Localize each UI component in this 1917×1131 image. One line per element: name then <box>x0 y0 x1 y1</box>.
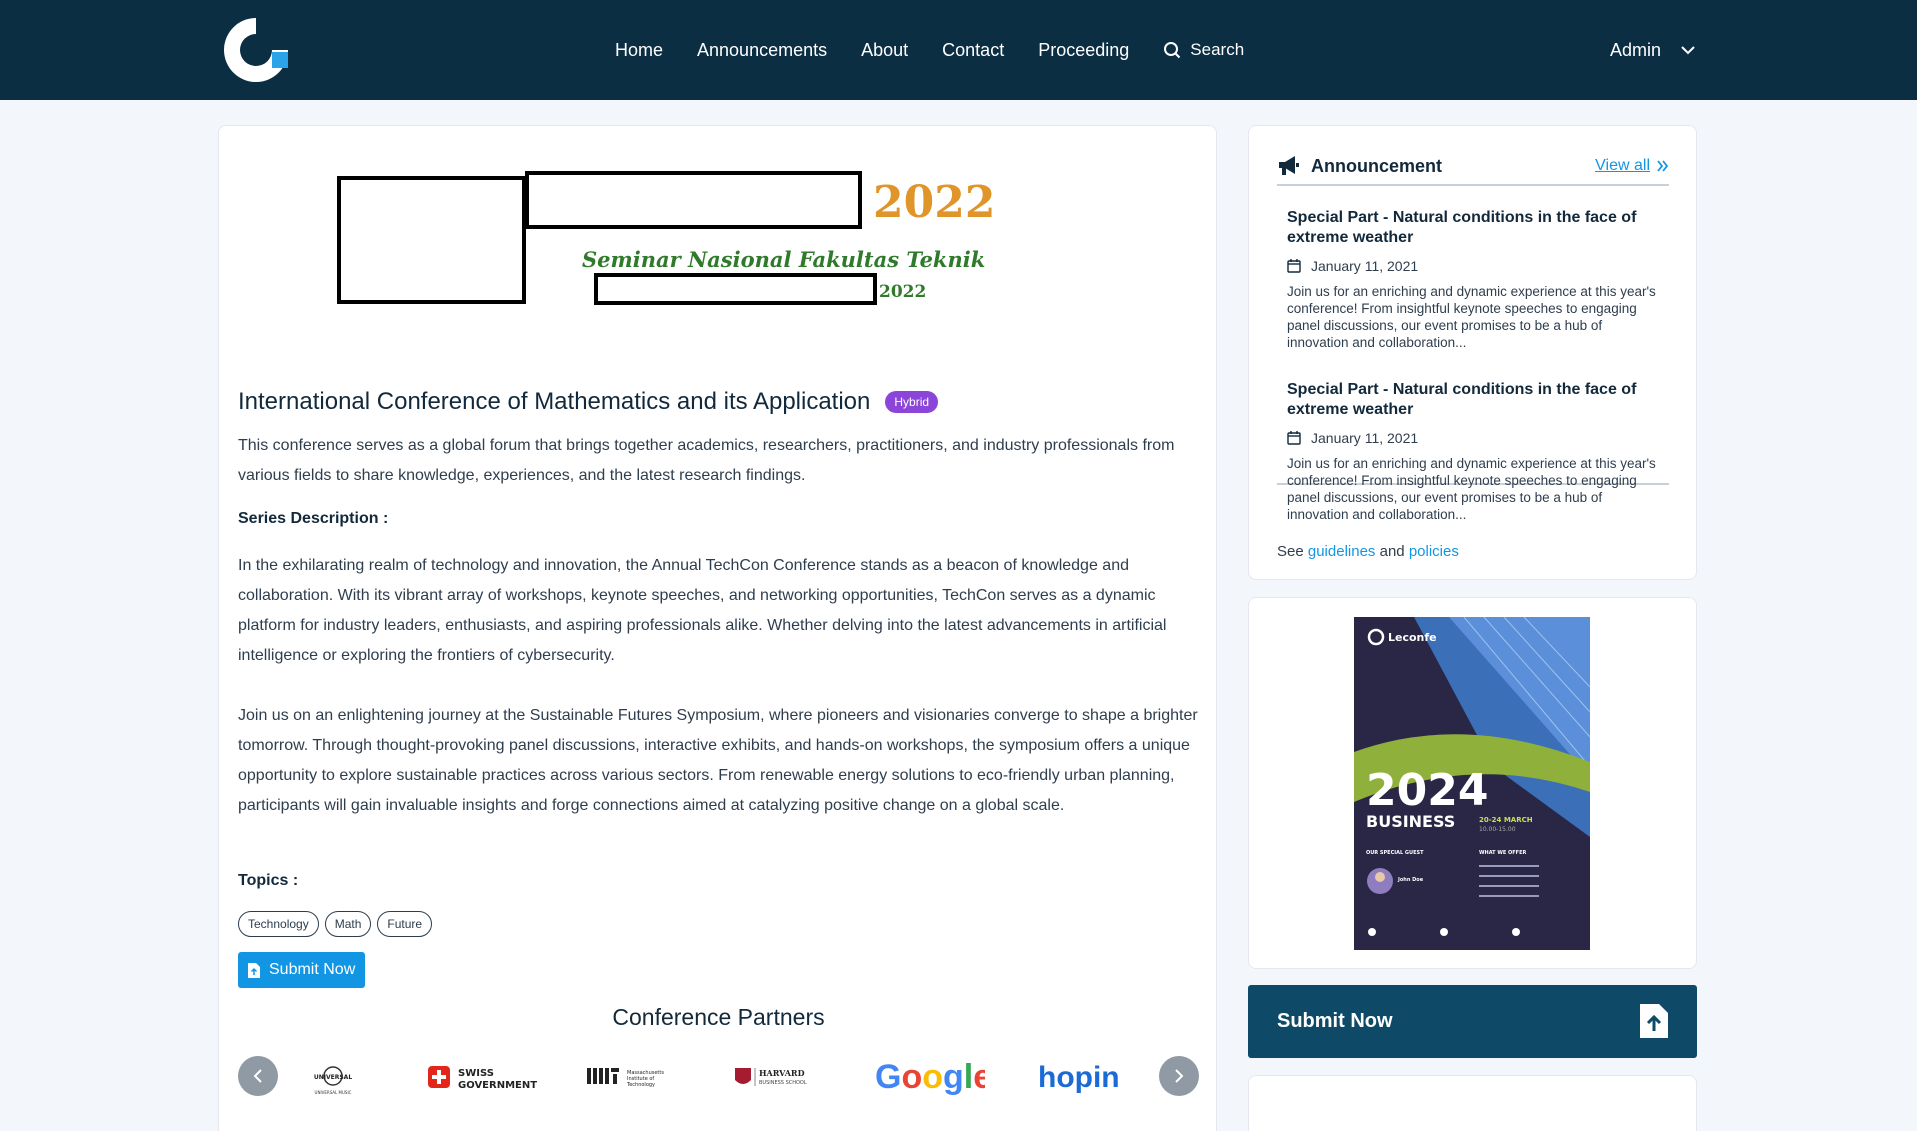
svg-text:BUSINESS: BUSINESS <box>1366 812 1455 831</box>
svg-text:2024: 2024 <box>1366 765 1488 816</box>
partner-logo-mit: Massachusetts Institute of Technology <box>587 1056 679 1098</box>
and-text: and <box>1379 543 1405 560</box>
sidebar-card <box>1248 1075 1697 1131</box>
chevron-right-icon <box>1175 1069 1184 1083</box>
partners-next-button[interactable] <box>1159 1056 1199 1096</box>
megaphone-icon <box>1279 156 1299 175</box>
chevron-left-icon <box>253 1069 262 1083</box>
conference-title: International Conference of Mathematics … <box>238 388 871 415</box>
announcement-desc: Join us for an enriching and dynamic exp… <box>1287 456 1656 522</box>
view-all-label: View all <box>1595 157 1650 174</box>
svg-text:hopin: hopin <box>1038 1061 1120 1094</box>
conference-banner: 2022 Seminar Nasional Fakultas Teknik 20… <box>337 171 995 305</box>
sidebar-submit-button[interactable]: Submit Now <box>1248 985 1697 1058</box>
nav-about[interactable]: About <box>861 40 908 61</box>
calendar-icon <box>1287 431 1301 445</box>
announcement-item-title[interactable]: Special Part - Natural conditions in the… <box>1287 208 1657 248</box>
svg-text:WHAT WE OFFER: WHAT WE OFFER <box>1479 850 1527 856</box>
submit-now-label: Submit Now <box>269 961 356 978</box>
svg-text:UNIVERSAL MUSIC: UNIVERSAL MUSIC <box>315 1090 352 1095</box>
document-icon <box>248 962 260 978</box>
user-menu-label: Admin <box>1610 39 1662 60</box>
announcement-date: January 11, 2021 <box>1287 430 1657 446</box>
series-description-p1: In the exhilarating realm of technology … <box>238 557 1167 664</box>
partners-title: Conference Partners <box>612 1004 825 1030</box>
partner-logo-universal: UNIVERSAL UNIVERSAL MUSIC <box>303 1056 363 1098</box>
conference-card: 2022 Seminar Nasional Fakultas Teknik 20… <box>218 125 1217 1131</box>
series-description-label: Series Description : <box>238 510 389 527</box>
svg-text:20-24 MARCH: 20-24 MARCH <box>1479 816 1533 824</box>
topics-list: Technology Math Future <box>238 911 438 937</box>
topic-tag[interactable]: Math <box>324 911 372 937</box>
search-icon <box>1164 42 1181 59</box>
nav-contact[interactable]: Contact <box>942 40 1004 61</box>
banner-subtitle: Seminar Nasional Fakultas Teknik <box>582 247 985 272</box>
svg-text:BUSINESS SCHOOL: BUSINESS SCHOOL <box>759 1080 807 1086</box>
announcement-card: Announcement View all Special Part - Nat… <box>1248 125 1697 580</box>
announcement-date: January 11, 2021 <box>1287 258 1657 274</box>
announcement-header: Announcement View all <box>1277 148 1669 186</box>
topics-label: Topics : <box>238 872 299 889</box>
svg-text:Leconfe: Leconfe <box>1388 631 1437 644</box>
announcement-item[interactable]: Special Part - Natural conditions in the… <box>1287 208 1657 351</box>
svg-text:Technology: Technology <box>626 1082 655 1088</box>
view-all-link[interactable]: View all <box>1595 157 1669 175</box>
nav-search-label: Search <box>1190 40 1245 59</box>
double-chevron-right-icon <box>1657 160 1669 172</box>
svg-text:Google: Google <box>875 1058 985 1096</box>
announcement-item[interactable]: Special Part - Natural conditions in the… <box>1287 380 1657 523</box>
sidebar-submit-label: Submit Now <box>1277 1010 1393 1032</box>
announcement-desc: Join us for an enriching and dynamic exp… <box>1287 284 1656 350</box>
conference-poster[interactable]: Leconfe 2024 BUSINESS 20-24 MARCH 10.00-… <box>1354 617 1590 950</box>
announcement-date-text: January 11, 2021 <box>1311 430 1419 446</box>
policies-link[interactable]: policies <box>1409 543 1459 560</box>
svg-text:UNIVERSAL: UNIVERSAL <box>314 1074 352 1081</box>
submit-now-button[interactable]: Submit Now <box>238 952 366 988</box>
banner-year: 2022 <box>873 177 995 228</box>
partners-prev-button[interactable] <box>238 1056 278 1096</box>
conference-intro: This conference serves as a global forum… <box>238 437 1175 484</box>
guidelines-line: See guidelines and policies <box>1277 543 1459 560</box>
poster-card: Leconfe 2024 BUSINESS 20-24 MARCH 10.00-… <box>1248 597 1697 969</box>
svg-text:OUR SPECIAL GUEST: OUR SPECIAL GUEST <box>1366 850 1424 856</box>
topic-tag[interactable]: Technology <box>238 911 319 937</box>
nav-proceeding[interactable]: Proceeding <box>1038 40 1129 61</box>
nav-home[interactable]: Home <box>615 40 663 61</box>
svg-text:HARVARD: HARVARD <box>759 1068 805 1078</box>
conference-title-row: International Conference of Mathematics … <box>238 388 939 416</box>
announcement-item-title[interactable]: Special Part - Natural conditions in the… <box>1287 380 1657 420</box>
main-nav: Home Announcements About Contact Proceed… <box>615 0 1244 100</box>
top-navbar: Home Announcements About Contact Proceed… <box>0 0 1917 100</box>
nav-search[interactable]: Search <box>1163 40 1244 60</box>
user-menu[interactable]: Admin <box>1610 0 1695 100</box>
guidelines-link[interactable]: guidelines <box>1308 543 1376 560</box>
topic-tag[interactable]: Future <box>377 911 433 937</box>
partner-logo-swiss: SWISS GOVERNMENT <box>426 1056 538 1098</box>
svg-text:10.00-15.00: 10.00-15.00 <box>1479 826 1516 833</box>
file-upload-icon <box>1640 1004 1668 1038</box>
svg-text:GOVERNMENT: GOVERNMENT <box>458 1080 537 1091</box>
see-prefix: See <box>1277 543 1304 560</box>
series-description-p2: Join us on an enlightening journey at th… <box>238 707 1198 814</box>
svg-text:SWISS: SWISS <box>458 1068 494 1079</box>
hybrid-badge: Hybrid <box>885 391 939 413</box>
chevron-down-icon <box>1681 45 1695 54</box>
site-logo[interactable] <box>218 12 294 88</box>
nav-announcements[interactable]: Announcements <box>697 40 827 61</box>
banner-sub-year: 2022 <box>879 282 926 302</box>
svg-text:John Doe: John Doe <box>1397 877 1424 883</box>
partner-logo-hopin: hopin <box>1036 1056 1120 1098</box>
calendar-icon <box>1287 259 1301 273</box>
announcement-date-text: January 11, 2021 <box>1311 258 1419 274</box>
partner-logo-harvard: HARVARD BUSINESS SCHOOL <box>733 1056 833 1098</box>
announcement-title: Announcement <box>1311 155 1443 176</box>
partner-logo-google: Google <box>873 1056 985 1098</box>
